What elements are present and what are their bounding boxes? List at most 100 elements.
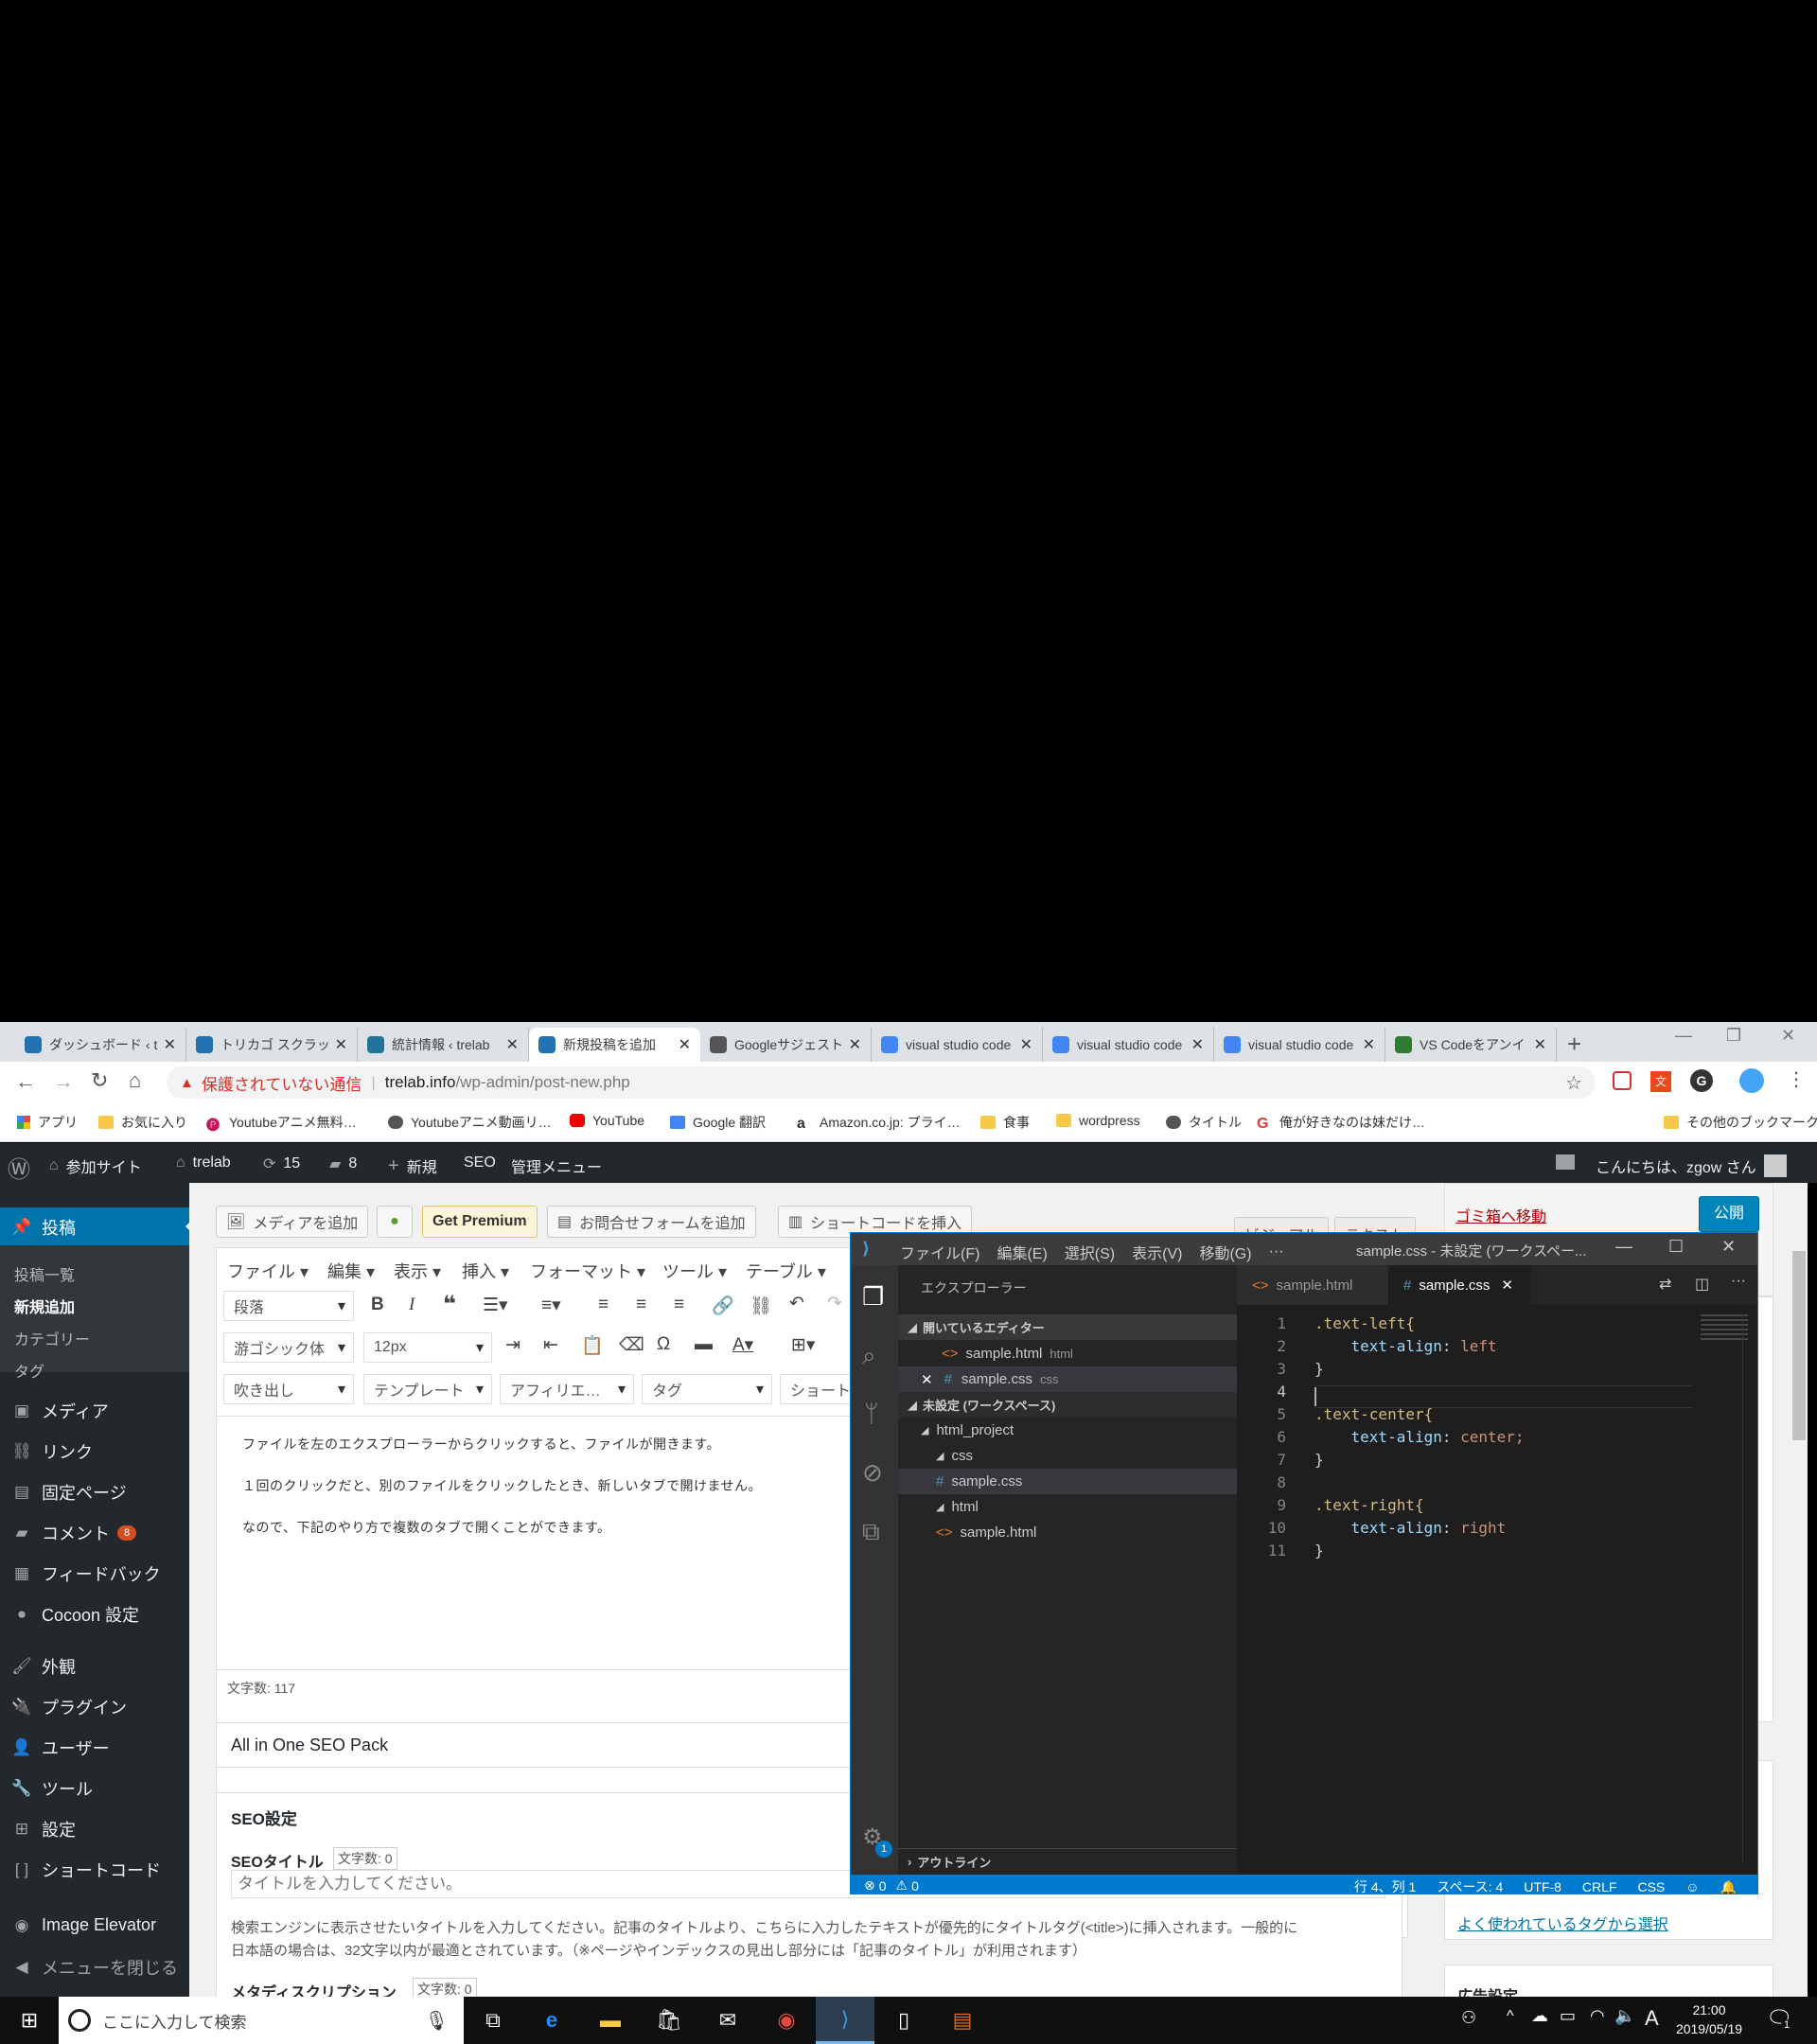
problems-indicator[interactable]: ⊗ 0 ⚠ 0 bbox=[864, 1877, 919, 1894]
back-icon[interactable]: ← bbox=[15, 1069, 36, 1094]
profile-avatar[interactable] bbox=[1739, 1068, 1764, 1093]
sidebar-item-links[interactable]: ⛓ リンク bbox=[11, 1439, 93, 1464]
chevron-up-icon[interactable]: ^ bbox=[1507, 2008, 1514, 2025]
code-line[interactable]: 8 bbox=[1237, 1473, 1757, 1496]
sidebar-sub-tags[interactable]: タグ bbox=[14, 1359, 44, 1382]
italic-icon[interactable]: I bbox=[409, 1295, 415, 1315]
open-editor-item[interactable]: ✕ # sample.css css bbox=[898, 1366, 1237, 1392]
notification-icon[interactable] bbox=[1556, 1154, 1575, 1170]
code-line[interactable]: 5 .text-center{ bbox=[1237, 1405, 1757, 1428]
align-center-icon[interactable]: ≡ bbox=[636, 1295, 646, 1315]
editor-paragraph[interactable]: １回のクリックだと、別のファイルをクリックしたとき、新しいタブで開けません。 bbox=[242, 1476, 762, 1495]
hr-icon[interactable]: ▬ bbox=[695, 1334, 713, 1355]
my-account-menu[interactable]: こんにちは、zgow さん bbox=[1596, 1154, 1787, 1177]
onedrive-icon[interactable]: ☁ bbox=[1531, 2006, 1548, 2026]
affiliate-select[interactable]: アフィリエ… bbox=[500, 1374, 634, 1404]
comments-menu[interactable]: ▰ 8 bbox=[329, 1154, 357, 1173]
chrome-icon[interactable]: ◉ bbox=[757, 1997, 816, 2044]
workspace-header[interactable]: ◢ 未設定 (ワークスペース) bbox=[898, 1392, 1237, 1418]
store-icon[interactable]: 🛍 bbox=[640, 1997, 698, 2044]
bookmark-apps[interactable]: アプリ bbox=[17, 1113, 78, 1132]
balloon-select[interactable]: 吹き出し bbox=[223, 1374, 354, 1404]
indentation[interactable]: スペース: 4 bbox=[1437, 1877, 1503, 1894]
source-control-icon[interactable]: ᛘ bbox=[864, 1400, 879, 1429]
browser-tab[interactable]: VS Codeをアンイ ✕ bbox=[1385, 1028, 1557, 1062]
sidebar-item-cocoon[interactable]: ● Cocoon 設定 bbox=[11, 1602, 139, 1627]
template-select[interactable]: テンプレート bbox=[363, 1374, 492, 1404]
tab-close-icon[interactable]: ✕ bbox=[164, 1035, 176, 1054]
sidebar-item-media[interactable]: ▣ メディア bbox=[11, 1399, 109, 1423]
admin-menu[interactable]: 管理メニュー bbox=[511, 1154, 602, 1177]
close-icon[interactable]: ✕ bbox=[921, 1371, 933, 1388]
maximize-icon[interactable]: ☐ bbox=[1668, 1237, 1684, 1257]
tree-file[interactable]: <> sample.html bbox=[898, 1520, 1237, 1545]
browser-tab[interactable]: Googleサジェスト ✕ bbox=[700, 1028, 872, 1062]
explorer-icon[interactable]: ❐ bbox=[862, 1282, 884, 1312]
bold-icon[interactable]: B bbox=[371, 1295, 384, 1315]
people-icon[interactable]: ⚇ bbox=[1461, 2008, 1476, 2028]
cursor-position[interactable]: 行 4、列 1 bbox=[1354, 1877, 1416, 1894]
text-color-icon[interactable]: A▾ bbox=[732, 1334, 753, 1356]
editor-scrollbar[interactable] bbox=[1742, 1314, 1755, 1863]
ime-indicator[interactable]: A bbox=[1645, 2006, 1659, 2031]
reload-icon[interactable]: ↻ bbox=[91, 1068, 108, 1093]
page-scrollbar[interactable] bbox=[1792, 1251, 1806, 1440]
home-icon[interactable]: ⌂ bbox=[129, 1068, 141, 1093]
tree-file[interactable]: # sample.css bbox=[898, 1469, 1237, 1494]
seo-menu[interactable]: SEO bbox=[464, 1154, 496, 1172]
bookmark-item[interactable]: 食事 bbox=[980, 1113, 1030, 1132]
sidebar-item-pages[interactable]: ▤ 固定ページ bbox=[11, 1480, 127, 1505]
add-contact-form-button[interactable]: ▤ お問合せフォームを追加 bbox=[547, 1206, 756, 1238]
outdent-icon[interactable]: ⇤ bbox=[543, 1334, 558, 1356]
sidebar-item-settings[interactable]: ⊞ 設定 bbox=[11, 1817, 76, 1841]
move-to-trash-link[interactable]: ゴミ箱へ移動 bbox=[1455, 1204, 1546, 1226]
tab-close-icon[interactable]: ✕ bbox=[335, 1035, 347, 1054]
windows-start-icon[interactable]: ⊞ bbox=[0, 1997, 59, 2044]
sidebar-item-comments[interactable]: ▰ コメント 8 bbox=[11, 1521, 137, 1545]
outline-header[interactable]: › アウトライン bbox=[898, 1848, 1237, 1874]
tab-close-icon[interactable]: ✕ bbox=[1191, 1035, 1204, 1054]
tab-close-icon[interactable]: ✕ bbox=[849, 1035, 861, 1054]
compare-icon[interactable]: ⇄ bbox=[1659, 1275, 1671, 1294]
address-bar[interactable]: ▲ 保護されていない通信 | trelab.info/wp-admin/post… bbox=[167, 1066, 1596, 1099]
eraser-icon[interactable]: ⌫ bbox=[619, 1334, 644, 1356]
security-warning[interactable]: 保護されていない通信 bbox=[202, 1071, 362, 1095]
bookmark-item[interactable]: a Amazon.co.jp: プライ… bbox=[797, 1113, 961, 1132]
app-icon[interactable]: ▤ bbox=[933, 1997, 992, 2044]
volume-icon[interactable]: 🔈 bbox=[1614, 2006, 1635, 2026]
vscode-taskbar-icon[interactable]: ⟩ bbox=[816, 1997, 874, 2044]
extensions-icon[interactable]: ⧉ bbox=[862, 1517, 880, 1547]
editor-tab-css[interactable]: # sample.css ✕ bbox=[1388, 1265, 1530, 1305]
bookmark-item[interactable]: お気に入り bbox=[98, 1113, 187, 1132]
task-view-icon[interactable]: ⧉ bbox=[464, 1997, 522, 2044]
browser-tab[interactable]: ダッシュボード ‹ trelab ✕ bbox=[15, 1028, 186, 1062]
encoding[interactable]: UTF-8 bbox=[1524, 1879, 1561, 1894]
browser-tab[interactable]: 統計情報 ‹ trelab ✕ bbox=[358, 1028, 529, 1062]
file-explorer-icon[interactable]: ▬ bbox=[581, 1997, 640, 2044]
minimize-icon[interactable]: — bbox=[1675, 1026, 1692, 1046]
document-icon[interactable]: ▯ bbox=[874, 1997, 933, 2044]
sidebar-item-feedback[interactable]: ▦ フィードバック bbox=[11, 1561, 161, 1586]
tree-folder[interactable]: ◢ html_project bbox=[898, 1418, 1237, 1443]
font-size-select[interactable]: 12px bbox=[363, 1332, 492, 1363]
editor-menu-insert[interactable]: 挿入 ▾ bbox=[462, 1259, 509, 1283]
editor-menu-view[interactable]: 表示 ▾ bbox=[394, 1259, 441, 1283]
sidebar-item-tools[interactable]: 🔧 ツール bbox=[11, 1776, 93, 1801]
feedback-smiley-icon[interactable]: ☺ bbox=[1685, 1879, 1699, 1894]
battery-icon[interactable]: ▭ bbox=[1560, 2006, 1576, 2026]
extension-pocket-icon[interactable] bbox=[1613, 1071, 1632, 1090]
editor-paragraph[interactable]: なので、下記のやり方で複数のタブで開くことができます。 bbox=[242, 1518, 611, 1537]
bookmark-item[interactable]: wordpress bbox=[1056, 1113, 1140, 1128]
chrome-menu-icon[interactable]: ⋮ bbox=[1787, 1067, 1806, 1091]
microphone-icon[interactable]: 🎙 bbox=[425, 2009, 449, 2033]
bookmark-other[interactable]: その他のブックマーク bbox=[1664, 1113, 1817, 1132]
edge-icon[interactable]: e bbox=[522, 1997, 581, 2044]
indent-icon[interactable]: ⇥ bbox=[505, 1334, 520, 1356]
bookmark-item[interactable]: 🅟 Youtubeアニメ無料… bbox=[206, 1113, 357, 1133]
browser-tab[interactable]: visual studio code ✕ bbox=[1214, 1028, 1385, 1062]
code-line[interactable]: 2 text-align: left bbox=[1237, 1337, 1757, 1360]
editor-tab-html[interactable]: <> sample.html bbox=[1237, 1265, 1388, 1305]
link-icon[interactable]: 🔗 bbox=[712, 1295, 734, 1317]
code-line[interactable]: 1 .text-left{ bbox=[1237, 1314, 1757, 1337]
tab-close-icon[interactable]: ✕ bbox=[506, 1035, 519, 1054]
